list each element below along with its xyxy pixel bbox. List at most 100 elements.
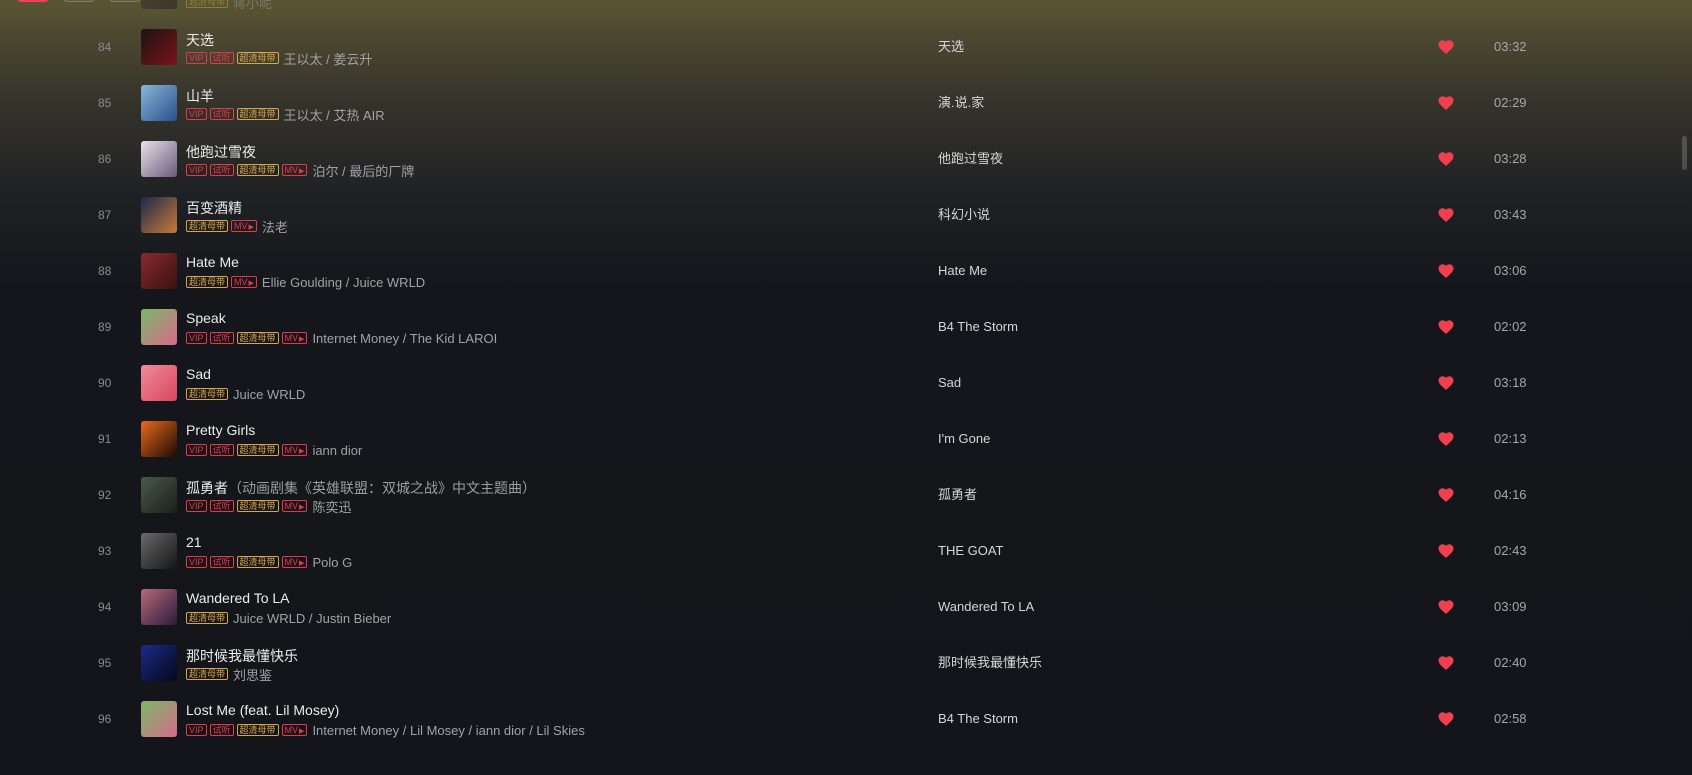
track-index: 93 [98, 544, 112, 558]
album-name[interactable]: Wandered To LA [938, 579, 1034, 635]
song-artists[interactable]: 刘思鉴 [233, 665, 272, 684]
song-row[interactable]: 94 Wandered To LA 超清母带 Juice WRLD / Justin … [0, 579, 1692, 635]
album-cover[interactable] [141, 421, 177, 457]
song-row[interactable]: 85 山羊 VIP 试听 超清母带 王以太 / 艾热 AIR 演.说.家 02:29 [0, 75, 1692, 131]
album-name[interactable]: 科幻小说 [938, 187, 990, 243]
song-row[interactable]: 93 21 VIP 试听 超清母带 MV▶ Polo G THE GOAT 02:43 [0, 523, 1692, 579]
song-title[interactable]: Hate Me [186, 254, 239, 270]
song-row[interactable]: 86 他跑过雪夜 VIP 试听 超清母带 MV▶ 泊尔 / 最后的厂牌 他跑过雪夜 03:28 [0, 131, 1692, 187]
album-cover[interactable] [141, 365, 177, 401]
song-title-text: Hate Me [186, 254, 239, 270]
heart-icon[interactable] [1437, 262, 1455, 280]
song-title[interactable]: 那时候我最懂快乐 [186, 646, 298, 666]
song-row[interactable]: 90 Sad 超清母带 Juice WRLD Sad 03:18 [0, 355, 1692, 411]
heart-icon[interactable] [1437, 710, 1455, 728]
song-artists[interactable]: Internet Money / The Kid LAROI [312, 331, 497, 346]
song-row[interactable]: 88 Hate Me 超清母带 MV▶ Ellie Goulding / Juice W… [0, 243, 1692, 299]
tag-mv[interactable]: MV▶ [281, 164, 308, 176]
album-name[interactable]: B4 The Storm [938, 299, 1018, 355]
album-cover[interactable] [141, 141, 177, 177]
play-all-button[interactable] [16, 0, 50, 2]
album-name[interactable]: 孤勇者 [938, 467, 977, 523]
scrollbar-thumb[interactable] [1682, 136, 1687, 170]
song-artists[interactable]: Juice WRLD [233, 387, 305, 402]
song-title[interactable]: 天选 [186, 30, 214, 50]
tag-mv[interactable]: MV▶ [281, 444, 308, 456]
song-row[interactable]: 96 Lost Me (feat. Lil Mosey) VIP 试听 超清母带 MV▶ I… [0, 691, 1692, 747]
song-row[interactable]: 84 天选 VIP 试听 超清母带 王以太 / 姜云升 天选 03:32 [0, 19, 1692, 75]
song-title[interactable]: 百变酒精 [186, 198, 242, 218]
tag-mv[interactable]: MV▶ [281, 500, 308, 512]
album-name[interactable]: 那时候我最懂快乐 [938, 635, 1042, 691]
tag-label: MV [234, 221, 248, 231]
album-cover[interactable] [141, 29, 177, 65]
song-artists[interactable]: 泊尔 / 最后的厂牌 [312, 161, 414, 180]
album-name[interactable]: THE GOAT [938, 523, 1003, 579]
heart-icon[interactable] [1437, 430, 1455, 448]
tag-label: 超清母带 [239, 501, 276, 511]
song-row[interactable]: 91 Pretty Girls VIP 试听 超清母带 MV▶ iann dior I'm G… [0, 411, 1692, 467]
album-name[interactable]: 他跑过雪夜 [938, 131, 1003, 187]
song-meta: VIP 试听 超清母带 MV▶ Internet Money / Lil Mosey /… [186, 722, 585, 738]
album-name[interactable]: 天选 [938, 19, 964, 75]
album-name[interactable]: Sad [938, 355, 961, 411]
tag-mv[interactable]: MV▶ [281, 724, 308, 736]
song-row[interactable]: 87 百变酒精 超清母带 MV▶ 法老 科幻小说 03:43 [0, 187, 1692, 243]
tag-mv[interactable]: MV▶ [231, 220, 257, 232]
song-row[interactable]: 89 Speak VIP 试听 超清母带 MV▶ Internet Money / The … [0, 299, 1692, 355]
album-cover[interactable] [141, 85, 177, 121]
album-name[interactable]: B4 The Storm [938, 691, 1018, 747]
song-title[interactable]: 山羊 [186, 86, 214, 106]
song-title[interactable]: 孤勇者（动画剧集《英雄联盟：双城之战》中文主题曲） [186, 478, 536, 498]
song-artists[interactable]: 陈奕迅 [312, 497, 351, 516]
song-meta: 超清母带 MV▶ 法老 [186, 217, 288, 236]
tag-label: 试听 [212, 557, 231, 567]
album-cover[interactable] [141, 589, 177, 625]
heart-icon[interactable] [1437, 318, 1455, 336]
album-cover[interactable] [141, 645, 177, 681]
heart-icon[interactable] [1437, 94, 1455, 112]
heart-icon[interactable] [1437, 38, 1455, 56]
tag-hq: 超清母带 [236, 52, 279, 64]
album-name[interactable]: 演.说.家 [938, 75, 984, 131]
album-cover[interactable] [141, 533, 177, 569]
song-title[interactable]: Lost Me (feat. Lil Mosey) [186, 702, 339, 718]
song-title[interactable]: Wandered To LA [186, 590, 290, 606]
song-artists[interactable]: 王以太 / 艾热 AIR [284, 105, 385, 124]
heart-icon[interactable] [1437, 150, 1455, 168]
heart-icon[interactable] [1437, 598, 1455, 616]
tag-mv[interactable]: MV▶ [281, 556, 308, 568]
song-artists[interactable]: iann dior [312, 443, 362, 458]
tag-mv[interactable]: MV▶ [281, 332, 308, 344]
album-cover[interactable] [141, 197, 177, 233]
song-artists[interactable]: Ellie Goulding / Juice WRLD [262, 275, 425, 290]
tag-try: 试听 [209, 724, 234, 736]
heart-icon[interactable] [1437, 206, 1455, 224]
tag-label: VIP [189, 165, 204, 175]
song-title[interactable]: Speak [186, 310, 226, 326]
song-title[interactable]: Sad [186, 366, 211, 382]
album-name[interactable]: Hate Me [938, 243, 987, 299]
album-cover[interactable] [141, 477, 177, 513]
album-cover[interactable] [141, 701, 177, 737]
song-artists[interactable]: 法老 [262, 217, 288, 236]
heart-icon[interactable] [1437, 654, 1455, 672]
song-artists[interactable]: Polo G [312, 555, 352, 570]
song-artists[interactable]: 王以太 / 姜云升 [284, 49, 373, 68]
album-name[interactable]: I'm Gone [938, 411, 990, 467]
heart-icon[interactable] [1437, 486, 1455, 504]
song-artists[interactable]: Juice WRLD / Justin Bieber [233, 611, 391, 626]
song-row[interactable]: 92 孤勇者（动画剧集《英雄联盟：双城之战》中文主题曲） VIP 试听 超清母带 MV▶ 陈… [0, 467, 1692, 523]
tag-mv[interactable]: MV▶ [231, 276, 257, 288]
heart-icon[interactable] [1437, 542, 1455, 560]
heart-icon[interactable] [1437, 374, 1455, 392]
song-artists[interactable]: Internet Money / Lil Mosey / iann dior /… [312, 723, 584, 738]
song-title[interactable]: Pretty Girls [186, 422, 255, 438]
song-title[interactable]: 他跑过雪夜 [186, 142, 256, 162]
collect-button[interactable] [62, 0, 96, 2]
album-cover[interactable] [141, 253, 177, 289]
album-cover[interactable] [141, 309, 177, 345]
song-title[interactable]: 21 [186, 534, 202, 550]
more-button[interactable] [108, 0, 142, 2]
song-row[interactable]: 95 那时候我最懂快乐 超清母带 刘思鉴 那时候我最懂快乐 02:40 [0, 635, 1692, 691]
